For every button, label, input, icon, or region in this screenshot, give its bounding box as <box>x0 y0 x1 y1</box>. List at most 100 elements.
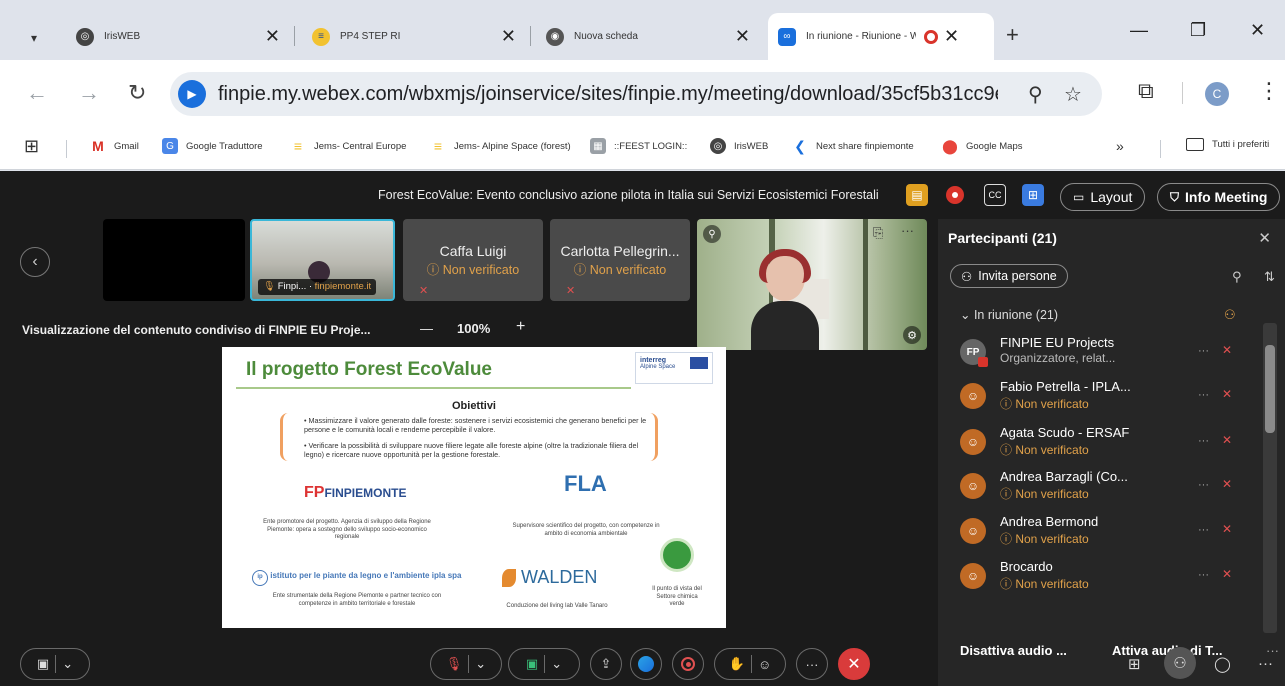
back-icon[interactable]: ← <box>26 80 48 106</box>
video-control[interactable]: ▣ ⌄ <box>508 648 580 680</box>
apps-grid-icon[interactable]: ⊞ <box>24 136 39 157</box>
new-tab-icon[interactable]: + <box>1006 22 1019 48</box>
restore-icon[interactable]: ❐ <box>1190 20 1206 41</box>
participant-row[interactable]: ☺ Agata Scudo - ERSAF ⓘ Non verificato ·… <box>938 421 1258 465</box>
more-options-icon[interactable]: ··· <box>1258 655 1273 672</box>
bookmark-feest-login[interactable]: ▦ ::FEEST LOGIN:: <box>590 138 687 154</box>
more-options-icon[interactable]: ··· <box>1198 345 1209 357</box>
pip-icon[interactable]: ⎘ <box>873 225 883 241</box>
bookmark-google-maps[interactable]: ⬤ Google Maps <box>942 138 1022 154</box>
chat-icon[interactable]: ▤ <box>906 184 928 206</box>
apps-icon[interactable]: ⊞ <box>1128 655 1141 673</box>
bookmark-jems-alpine-space[interactable]: ≡ Jems- Alpine Space (forest) <box>430 138 571 154</box>
participant-row[interactable]: ☺ Fabio Petrella - IPLA... ⓘ Non verific… <box>938 375 1258 419</box>
address-bar[interactable]: ▶ finpie.my.webex.com/wbxmjs/joinservice… <box>170 72 1102 116</box>
invite-people-button[interactable]: ⚇ Invita persone <box>950 264 1068 288</box>
chrome-icon: ◉ <box>546 27 564 46</box>
recording-indicator-icon[interactable] <box>944 184 966 206</box>
url-text[interactable]: finpie.my.webex.com/wbxmjs/joinservice/s… <box>218 83 998 106</box>
tab-webex-meeting[interactable]: ∞ In riunione - Riunione - Web ✕ <box>768 13 994 60</box>
zoom-in-icon[interactable]: + <box>516 318 525 336</box>
record-button[interactable] <box>672 648 704 680</box>
previous-videos-icon[interactable]: ‹ <box>20 247 50 277</box>
tab-nuova-scheda[interactable]: ◉ Nuova scheda ✕ <box>536 13 760 60</box>
webex-site-icon[interactable]: ▶ <box>178 80 206 108</box>
mute-all-button[interactable]: Disattiva audio ... <box>960 643 1067 658</box>
extensions-icon[interactable]: ⧉ <box>1138 78 1154 104</box>
forward-icon[interactable]: → <box>78 80 100 106</box>
more-button[interactable]: ··· <box>796 648 828 680</box>
participant-name: FINPIE EU Projects <box>1000 335 1115 350</box>
close-tab-icon[interactable]: ✕ <box>265 26 280 47</box>
participant-row[interactable]: ☺ Brocardo ⓘ Non verificato ··· ✕ <box>938 555 1258 599</box>
tab-irisweb[interactable]: ◎ IrisWEB ✕ <box>66 13 290 60</box>
close-panel-icon[interactable]: ✕ <box>1258 229 1271 247</box>
mic-muted-icon[interactable]: ✕ <box>1222 343 1232 357</box>
more-options-icon[interactable]: ··· <box>1198 524 1209 536</box>
search-icon[interactable]: ⚲ <box>1232 269 1242 285</box>
in-meeting-section[interactable]: ⌄ In riunione (21) <box>960 307 1058 322</box>
participant-row[interactable]: ☺ Andrea Barzagli (Co... ⓘ Non verificat… <box>938 465 1258 509</box>
minimize-icon[interactable]: — <box>1130 20 1148 41</box>
shared-slide[interactable]: Il progetto Forest EcoValue interreg Alp… <box>222 347 726 628</box>
more-options-icon[interactable]: ··· <box>1198 435 1209 447</box>
video-tile-carlotta-pellegrino[interactable]: Carlotta Pellegrin... ⓘ Non verificato ✕ <box>550 219 690 301</box>
unverified-icon: ⓘ <box>1000 487 1016 501</box>
bookmark-irisweb[interactable]: ◎ IrisWEB <box>710 138 768 154</box>
participants-scrollbar[interactable] <box>1263 323 1277 633</box>
close-tab-icon[interactable]: ✕ <box>735 26 750 47</box>
lobby-icon[interactable]: ⚇ <box>1224 307 1236 323</box>
tab-search-chevron-icon[interactable]: ▾ <box>18 22 50 54</box>
apps-add-icon[interactable]: ⊞ <box>1022 184 1044 206</box>
more-options-icon[interactable]: ··· <box>901 223 914 238</box>
close-tab-icon[interactable]: ✕ <box>944 26 959 47</box>
tab-pp4-step-ri[interactable]: ≡ PP4 STEP RI ✕ <box>302 13 526 60</box>
participant-row[interactable]: ☺ Andrea Bermond ⓘ Non verificato ··· ✕ <box>938 510 1258 554</box>
leave-meeting-button[interactable]: ✕ <box>838 648 870 680</box>
close-tab-icon[interactable]: ✕ <box>501 26 516 47</box>
close-window-icon[interactable]: ✕ <box>1250 20 1265 41</box>
menu-kebab-icon[interactable]: ⋮ <box>1258 78 1280 104</box>
video-tile-caffa-luigi[interactable]: Caffa Luigi ⓘ Non verificato ✕ <box>403 219 543 301</box>
layout-button[interactable]: ▭ Layout <box>1060 183 1146 211</box>
pin-icon[interactable]: ⚲ <box>703 225 721 243</box>
closed-captions-icon: ▣ <box>36 656 50 671</box>
ai-assistant-button[interactable] <box>630 648 662 680</box>
participant-row[interactable]: FP FINPIE EU Projects Organizzatore, rel… <box>938 331 1258 375</box>
mic-muted-icon[interactable]: ✕ <box>1222 567 1232 581</box>
mic-muted-icon[interactable]: ✕ <box>1222 433 1232 447</box>
mic-muted-icon[interactable]: ✕ <box>1222 387 1232 401</box>
mic-muted-icon[interactable]: ✕ <box>1222 522 1232 536</box>
bookmark-all-favorites[interactable]: Tutti i preferiti <box>1186 138 1269 151</box>
chat-bubble-icon[interactable]: ◯ <box>1214 655 1231 673</box>
more-options-icon[interactable]: ··· <box>1198 479 1209 491</box>
zoom-out-icon[interactable]: — <box>420 321 433 336</box>
share-button[interactable]: ⇪ <box>590 648 622 680</box>
settings-gear-icon[interactable]: ⚙ <box>903 326 921 344</box>
profile-avatar[interactable]: C <box>1205 82 1229 106</box>
reactions-control[interactable]: ✋ ☺ <box>714 648 786 680</box>
video-tile-finpiemonte[interactable]: 🎙 Finpi... · finpiemonte.it <box>250 219 395 301</box>
mic-muted-icon[interactable]: ✕ <box>1222 477 1232 491</box>
active-speaker-video[interactable]: ⚲ ⎘ ··· ⚙ <box>697 219 927 350</box>
reload-icon[interactable]: ↻ <box>128 80 146 106</box>
scrollbar-thumb[interactable] <box>1265 345 1275 433</box>
more-bookmarks-icon[interactable]: » <box>1116 138 1124 154</box>
bookmark-google-traduttore[interactable]: G Google Traduttore <box>162 138 263 154</box>
mute-control[interactable]: 🎙 ⌄ <box>430 648 502 680</box>
zoom-search-icon[interactable]: ⚲ <box>1028 82 1043 107</box>
captions-control[interactable]: ▣ ⌄ <box>20 648 90 680</box>
bookmark-star-icon[interactable]: ☆ <box>1064 82 1082 107</box>
objectives-title: Obiettivi <box>451 400 496 412</box>
bookmark-next-share[interactable]: ❮ Next share finpiemonte <box>792 138 914 154</box>
participants-toggle-icon[interactable]: ⚇ <box>1164 647 1196 679</box>
sort-icon[interactable]: ⇅ <box>1264 269 1275 285</box>
more-options-icon[interactable]: ··· <box>1198 569 1209 581</box>
info-meeting-button[interactable]: ⛉ Info Meeting <box>1157 183 1281 211</box>
closed-captions-icon[interactable]: CC <box>984 184 1006 206</box>
bookmark-gmail[interactable]: M Gmail <box>90 138 139 154</box>
video-tile-empty[interactable] <box>103 219 245 301</box>
bookmark-jems-central-europe[interactable]: ≡ Jems- Central Europe <box>290 138 407 154</box>
participant-status: Non verificato <box>1015 577 1089 591</box>
more-options-icon[interactable]: ··· <box>1198 389 1209 401</box>
